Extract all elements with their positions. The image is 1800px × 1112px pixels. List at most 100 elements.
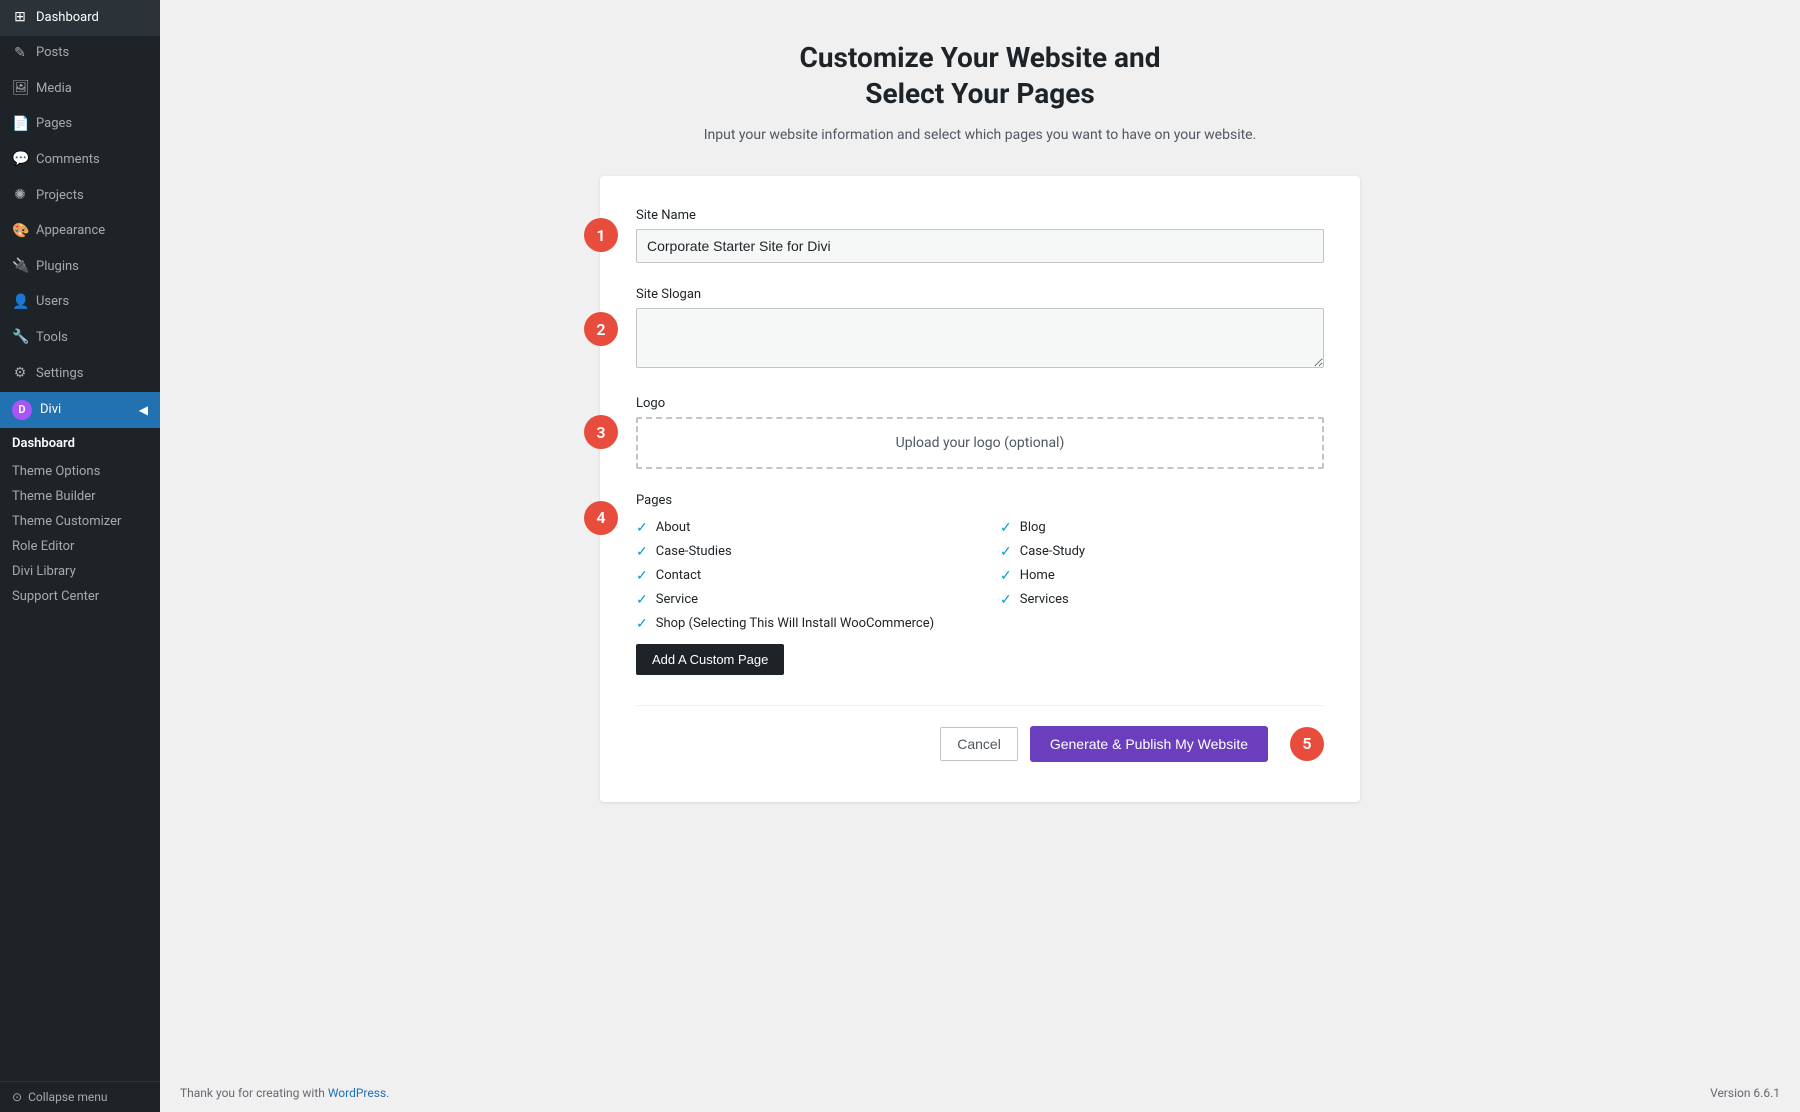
sidebar-item-media[interactable]: 🖼 Media <box>0 71 160 107</box>
page-label-shop: Shop (Selecting This Will Install WooCom… <box>656 616 934 631</box>
collapse-icon: ⊙ <box>12 1090 22 1104</box>
sidebar-item-users[interactable]: 👤 Users <box>0 285 160 321</box>
page-item-case-studies[interactable]: ✓ Case-Studies <box>636 544 960 560</box>
check-icon-blog: ✓ <box>1000 520 1012 536</box>
sidebar-item-label: Projects <box>36 187 84 205</box>
divi-dashboard-label: Dashboard <box>0 428 160 459</box>
sidebar-item-posts[interactable]: ✎ Posts <box>0 36 160 72</box>
page-label-case-studies: Case-Studies <box>656 544 732 559</box>
footer-period: . <box>386 1086 389 1100</box>
sidebar-item-plugins[interactable]: 🔌 Plugins <box>0 249 160 285</box>
footer-credit: Thank you for creating with WordPress. <box>180 1086 389 1100</box>
settings-icon: ⚙ <box>12 364 28 384</box>
sidebar-item-comments[interactable]: 💬 Comments <box>0 142 160 178</box>
logo-row: 3 Logo Upload your logo (optional) <box>636 396 1324 469</box>
page-label-about: About <box>656 520 691 535</box>
sidebar-item-dashboard[interactable]: ⊞ Dashboard <box>0 0 160 36</box>
step-3-badge: 3 <box>584 415 618 449</box>
divi-section: D Divi ◀ Dashboard Theme Options Theme B… <box>0 392 160 609</box>
site-name-input[interactable] <box>636 229 1324 263</box>
divi-icon: D <box>12 400 32 420</box>
divi-menu-item[interactable]: D Divi ◀ <box>0 392 160 428</box>
check-icon-about: ✓ <box>636 520 648 536</box>
check-icon-services: ✓ <box>1000 592 1012 608</box>
page-item-home[interactable]: ✓ Home <box>1000 568 1324 584</box>
sidebar-item-support-center[interactable]: Support Center <box>0 584 160 609</box>
page-item-contact[interactable]: ✓ Contact <box>636 568 960 584</box>
divi-submenu: Dashboard Theme Options Theme Builder Th… <box>0 428 160 609</box>
sidebar-item-label: Plugins <box>36 258 79 276</box>
cancel-button[interactable]: Cancel <box>940 727 1018 761</box>
check-icon-case-study: ✓ <box>1000 544 1012 560</box>
page-label-case-study: Case-Study <box>1020 544 1085 559</box>
page-label-services: Services <box>1020 592 1069 607</box>
sidebar-item-label: Users <box>36 293 69 311</box>
pages-section: 4 Pages ✓ About ✓ Blog ✓ Case- <box>636 493 1324 675</box>
divi-label: Divi <box>40 402 61 417</box>
sidebar-item-settings[interactable]: ⚙ Settings <box>0 356 160 392</box>
sidebar-item-appearance[interactable]: 🎨 Appearance <box>0 214 160 250</box>
logo-label: Logo <box>636 396 1324 411</box>
sidebar-item-label: Comments <box>36 151 100 169</box>
page-item-shop[interactable]: ✓ Shop (Selecting This Will Install WooC… <box>636 616 960 632</box>
page-item-service[interactable]: ✓ Service <box>636 592 960 608</box>
page-wrapper: Customize Your Website and Select Your P… <box>160 0 1800 1074</box>
sidebar-item-projects[interactable]: ✺ Projects <box>0 178 160 214</box>
tools-icon: 🔧 <box>12 328 28 348</box>
add-custom-page-button[interactable]: Add A Custom Page <box>636 644 784 675</box>
pages-grid: ✓ About ✓ Blog ✓ Case-Studies ✓ <box>636 520 1324 632</box>
page-subtitle: Input your website information and selec… <box>704 125 1257 146</box>
check-icon-case-studies: ✓ <box>636 544 648 560</box>
sidebar-item-divi-library[interactable]: Divi Library <box>0 559 160 584</box>
generate-publish-button[interactable]: Generate & Publish My Website <box>1030 726 1268 762</box>
step-1-badge: 1 <box>584 218 618 252</box>
page-label-service: Service <box>656 592 698 607</box>
sidebar-item-label: Pages <box>36 115 72 133</box>
publish-btn-label: Generate & Publish My Website <box>1050 736 1248 752</box>
site-name-label: Site Name <box>636 208 1324 223</box>
media-icon: 🖼 <box>12 79 28 99</box>
site-footer: Thank you for creating with WordPress. V… <box>160 1074 1800 1112</box>
plugins-icon: 🔌 <box>12 257 28 277</box>
footer-thank-you-text: Thank you for creating with <box>180 1086 328 1100</box>
sidebar: ⊞ Dashboard ✎ Posts 🖼 Media 📄 Pages 💬 Co… <box>0 0 160 1112</box>
pages-icon: 📄 <box>12 115 28 135</box>
sidebar-item-theme-builder[interactable]: Theme Builder <box>0 484 160 509</box>
site-name-row: 1 Site Name <box>636 208 1324 263</box>
dashboard-icon: ⊞ <box>12 8 28 28</box>
collapse-label: Collapse menu <box>28 1090 107 1104</box>
appearance-icon: 🎨 <box>12 222 28 242</box>
sidebar-item-theme-customizer[interactable]: Theme Customizer <box>0 509 160 534</box>
logo-upload-button[interactable]: Upload your logo (optional) <box>636 417 1324 469</box>
main-content: Customize Your Website and Select Your P… <box>160 0 1800 1112</box>
page-title: Customize Your Website and Select Your P… <box>800 40 1161 113</box>
step-2-badge: 2 <box>584 312 618 346</box>
sidebar-item-label: Posts <box>36 44 69 62</box>
page-label-home: Home <box>1020 568 1055 583</box>
sidebar-item-theme-options[interactable]: Theme Options <box>0 459 160 484</box>
posts-icon: ✎ <box>12 44 28 64</box>
page-item-case-study[interactable]: ✓ Case-Study <box>1000 544 1324 560</box>
collapse-menu-button[interactable]: ⊙ Collapse menu <box>0 1081 160 1112</box>
wordpress-link[interactable]: WordPress <box>328 1086 386 1100</box>
sidebar-item-role-editor[interactable]: Role Editor <box>0 534 160 559</box>
step-5-badge: 5 <box>1290 727 1324 761</box>
check-icon-shop: ✓ <box>636 616 648 632</box>
sidebar-item-label: Dashboard <box>36 9 99 27</box>
check-icon-home: ✓ <box>1000 568 1012 584</box>
check-icon-contact: ✓ <box>636 568 648 584</box>
sidebar-item-pages[interactable]: 📄 Pages <box>0 107 160 143</box>
site-slogan-input[interactable] <box>636 308 1324 368</box>
check-icon-service: ✓ <box>636 592 648 608</box>
sidebar-item-label: Media <box>36 80 72 98</box>
page-item-blog[interactable]: ✓ Blog <box>1000 520 1324 536</box>
divi-arrow-icon: ◀ <box>139 403 148 417</box>
page-item-about[interactable]: ✓ About <box>636 520 960 536</box>
sidebar-item-label: Settings <box>36 365 83 383</box>
comments-icon: 💬 <box>12 150 28 170</box>
site-slogan-label: Site Slogan <box>636 287 1324 302</box>
page-item-services[interactable]: ✓ Services <box>1000 592 1324 608</box>
pages-label: Pages <box>636 493 1324 508</box>
sidebar-main-nav: ⊞ Dashboard ✎ Posts 🖼 Media 📄 Pages 💬 Co… <box>0 0 160 1081</box>
sidebar-item-tools[interactable]: 🔧 Tools <box>0 320 160 356</box>
